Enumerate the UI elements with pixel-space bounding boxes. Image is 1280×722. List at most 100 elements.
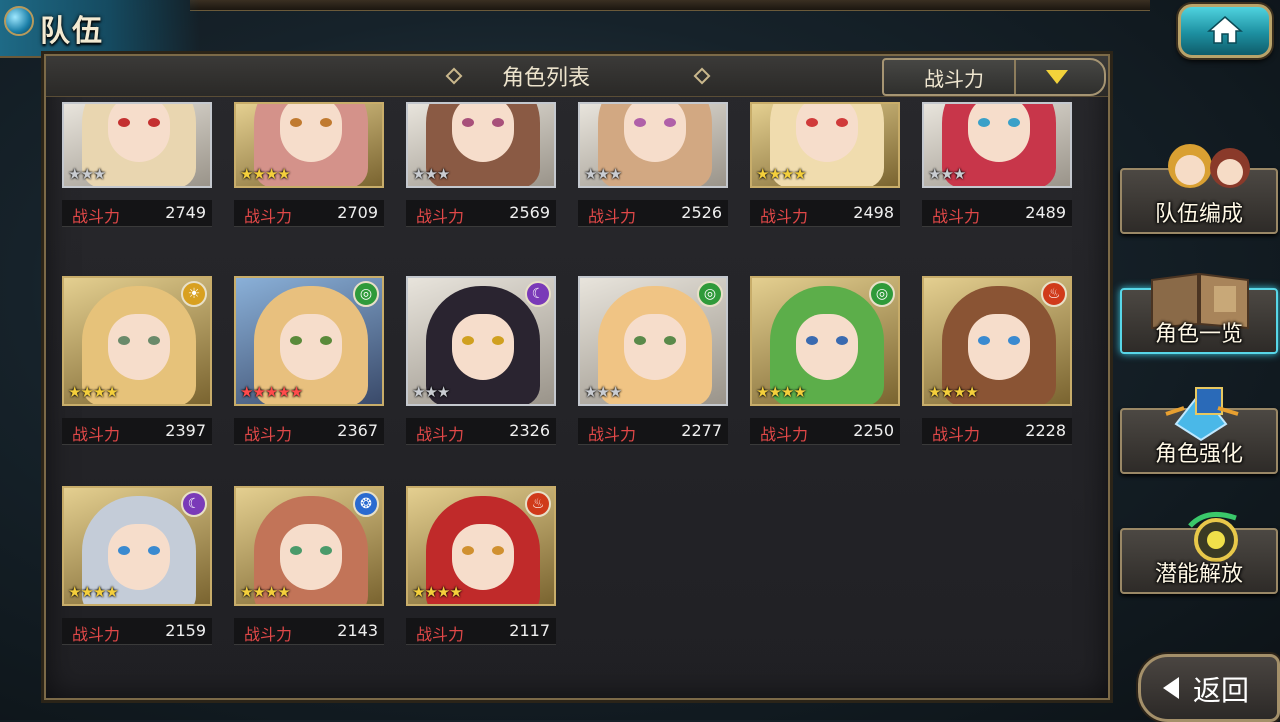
character-face [624,104,686,162]
character-portrait[interactable]: ★★★★ ☀ [62,276,212,406]
combat-power-row: 战斗力 2367 [234,418,384,445]
rarity-stars-icon: ★★★★ [412,583,463,601]
combat-power-row: 战斗力 2397 [62,418,212,445]
combat-power-row: 战斗力 2250 [750,418,900,445]
character-portrait[interactable]: ★★★★ [234,102,384,188]
sort-divider [1014,60,1016,94]
fire-element-icon: ♨ [1041,281,1067,307]
side-menu-button[interactable]: 队伍编成 [1120,144,1278,234]
rarity-stars-icon: ★★★ [68,165,106,183]
panel-header: 角色列表 战斗力 [46,56,1108,97]
character-eye [664,118,676,127]
character-eye [978,118,990,127]
character-face [280,104,342,162]
combat-power-row: 战斗力 2277 [578,418,728,445]
character-face [796,314,858,380]
combat-power-label: 战斗力 [416,625,465,644]
character-face [280,524,342,590]
character-card[interactable]: ★★★★ ❂ 战斗力 2143 [234,486,386,666]
combat-power-label: 战斗力 [588,425,637,444]
character-card[interactable]: ★★★★ ♨ 战斗力 2228 [922,276,1074,456]
wind-element-icon: ◎ [697,281,723,307]
top-frame [190,0,1150,11]
rarity-stars-icon: ★★★★ [756,383,807,401]
home-button[interactable] [1178,4,1272,58]
combat-power-value: 2569 [509,203,550,222]
character-portrait[interactable]: ★★★ ☾ [406,276,556,406]
water-element-icon: ❂ [353,491,379,517]
character-portrait[interactable]: ★★★★ ♨ [922,276,1072,406]
rarity-stars-icon: ★★★ [412,383,450,401]
combat-power-label: 战斗力 [244,207,293,226]
rarity-stars-icon: ★★★ [584,383,622,401]
character-card[interactable]: ★★★ 战斗力 2569 [406,102,558,282]
combat-power-value: 2228 [1025,421,1066,440]
home-icon [1207,16,1243,44]
rarity-stars-icon: ★★★ [928,165,966,183]
character-face [452,524,514,590]
title-plate: 队伍 [0,0,200,58]
side-menu-button[interactable]: 角色一览 [1120,272,1278,354]
back-button[interactable]: 返回 [1138,654,1280,722]
character-eye [290,118,302,127]
side-menu-button[interactable]: 潜能解放 [1120,511,1278,594]
character-portrait[interactable]: ★★★ [406,102,556,188]
combat-power-row: 战斗力 2159 [62,618,212,645]
dark-element-icon: ☾ [525,281,551,307]
character-eye [320,546,332,555]
combat-power-row: 战斗力 2117 [406,618,556,645]
rarity-stars-icon: ★★★★ [756,165,807,183]
combat-power-label: 战斗力 [932,425,981,444]
character-card[interactable]: ★★★★ 战斗力 2709 [234,102,386,282]
character-list-panel: 角色列表 战斗力 ★★★ 战斗力 2749 ★★★★ 战斗力 2709 ★★★ 战斗力 2569… [44,54,1110,700]
combat-power-row: 战斗力 2489 [922,200,1072,227]
character-portrait[interactable]: ★★★★★ ◎ [234,276,384,406]
character-card[interactable]: ★★★★ ♨ 战斗力 2117 [406,486,558,666]
character-eye [290,546,302,555]
character-card[interactable]: ★★★★ ◎ 战斗力 2250 [750,276,902,456]
character-card[interactable]: ★★★★ ☀ 战斗力 2397 [62,276,214,456]
combat-power-value: 2159 [165,621,206,640]
combat-power-row: 战斗力 2498 [750,200,900,227]
character-portrait[interactable]: ★★★★ ◎ [750,276,900,406]
character-portrait[interactable]: ★★★ ◎ [578,276,728,406]
character-eye [634,336,646,345]
side-menu-label: 角色强化 [1154,442,1243,467]
character-eye [462,336,474,345]
combat-power-label: 战斗力 [244,625,293,644]
combat-power-label: 战斗力 [72,625,121,644]
character-portrait[interactable]: ★★★★ ❂ [234,486,384,606]
character-portrait[interactable]: ★★★ [578,102,728,188]
character-eye [836,118,848,127]
combat-power-label: 战斗力 [760,425,809,444]
character-card[interactable]: ★★★ 战斗力 2749 [62,102,214,282]
combat-power-label: 战斗力 [932,207,981,226]
character-portrait[interactable]: ★★★★ [750,102,900,188]
character-card[interactable]: ★★★ 战斗力 2526 [578,102,730,282]
character-card[interactable]: ★★★★★ ◎ 战斗力 2367 [234,276,386,456]
character-eye [462,546,474,555]
character-face [108,104,170,162]
combat-power-value: 2367 [337,421,378,440]
character-portrait[interactable]: ★★★★ ♨ [406,486,556,606]
sort-dropdown[interactable]: 战斗力 [882,58,1106,96]
character-portrait[interactable]: ★★★★ ☾ [62,486,212,606]
character-eye [492,336,504,345]
character-card[interactable]: ★★★ 战斗力 2489 [922,102,1074,282]
character-card[interactable]: ★★★★ 战斗力 2498 [750,102,902,282]
side-menu-button[interactable]: 角色强化 [1120,387,1278,474]
side-menu-label: 队伍编成 [1154,202,1243,227]
team-characters-icon [1150,140,1260,204]
dropdown-arrow-icon[interactable] [1046,70,1068,84]
combat-power-row: 战斗力 2526 [578,200,728,227]
character-eye [320,118,332,127]
character-card[interactable]: ★★★ ◎ 战斗力 2277 [578,276,730,456]
character-face [796,104,858,162]
character-card[interactable]: ★★★★ ☾ 战斗力 2159 [62,486,214,666]
character-portrait[interactable]: ★★★ [62,102,212,188]
character-card[interactable]: ★★★ ☾ 战斗力 2326 [406,276,558,456]
combat-power-value: 2709 [337,203,378,222]
character-portrait[interactable]: ★★★ [922,102,1072,188]
title-orb-icon [4,6,34,36]
back-button-label: 返回 [1193,674,1250,707]
